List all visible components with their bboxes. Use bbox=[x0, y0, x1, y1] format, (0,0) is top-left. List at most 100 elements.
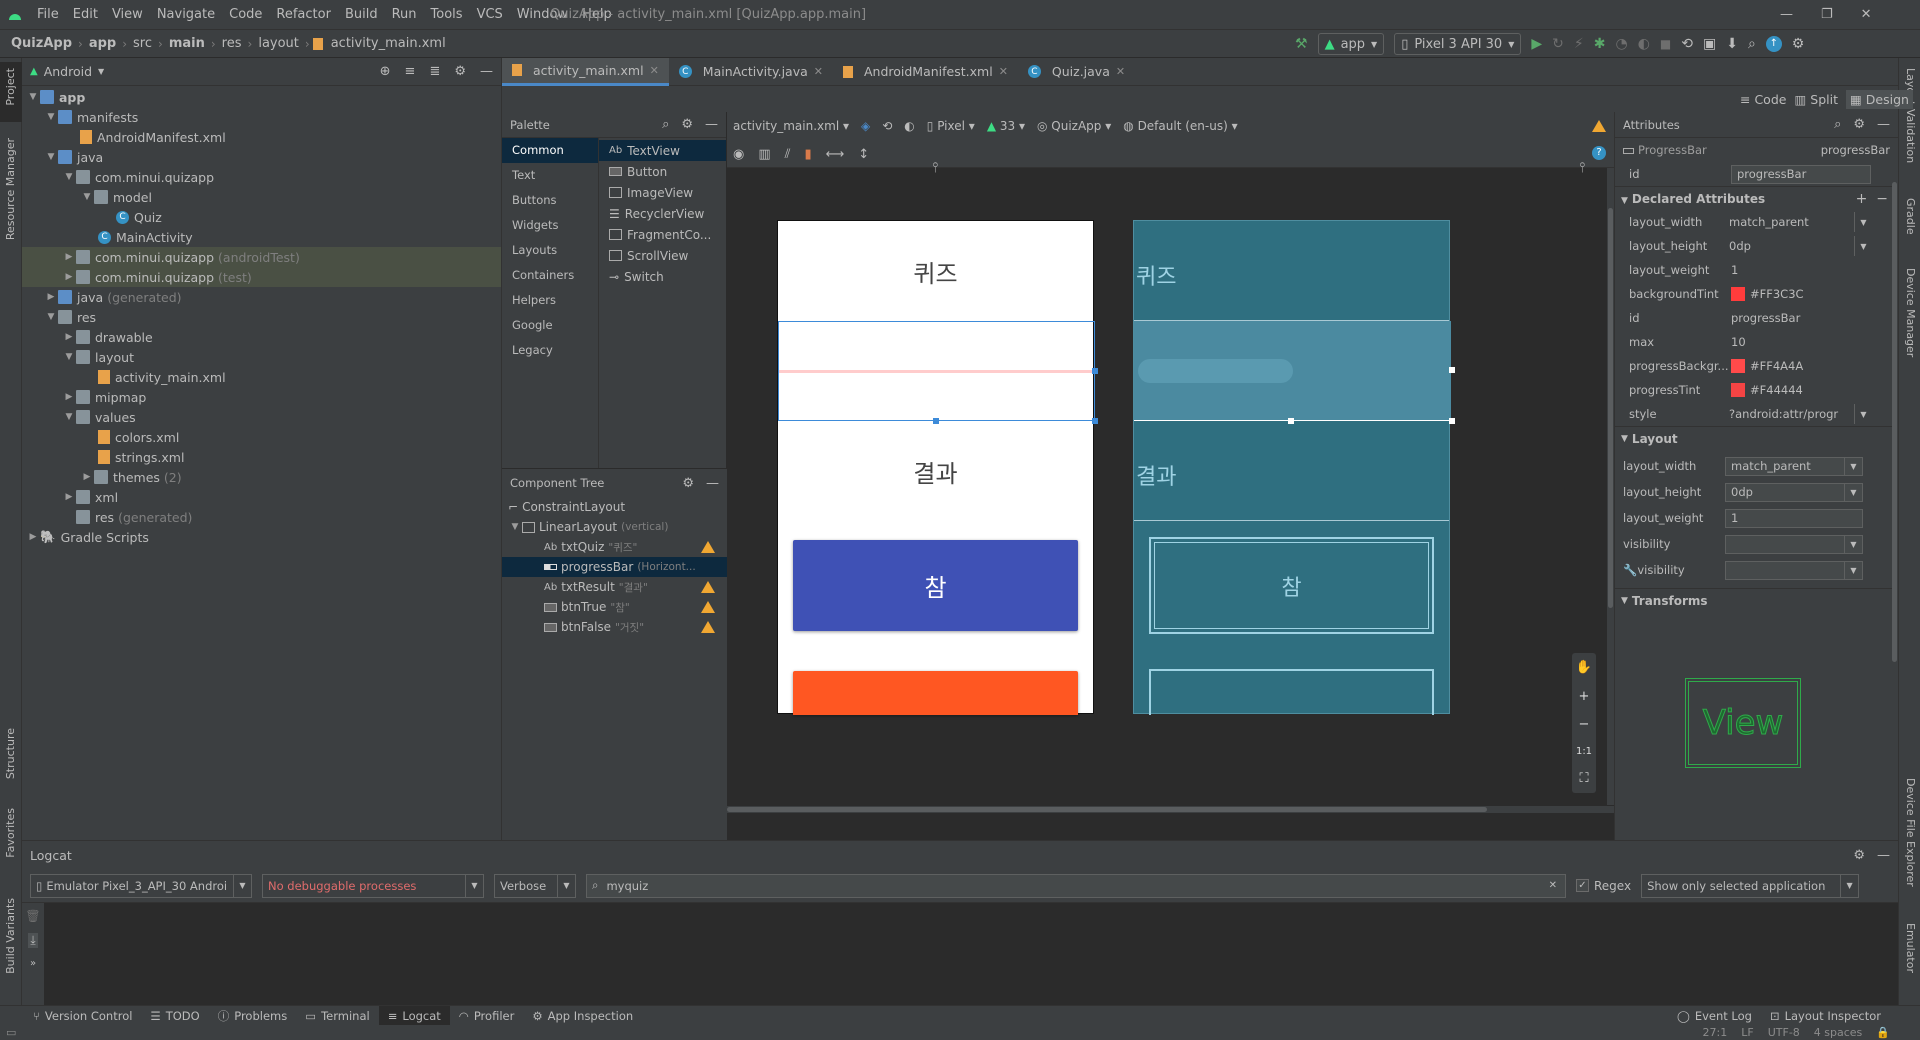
tree-item-package-test[interactable]: ▶ com.minui.quizapp (test) bbox=[22, 267, 501, 287]
indent-setting[interactable]: 4 spaces bbox=[1814, 1026, 1863, 1039]
bottom-tab-app-inspection[interactable]: ⚙ App Inspection bbox=[523, 1006, 642, 1026]
attr-value[interactable]: match_parent bbox=[1725, 215, 1809, 229]
color-swatch[interactable] bbox=[1731, 383, 1745, 397]
design-surface-icon[interactable]: ◈ bbox=[861, 119, 870, 133]
preview-btnfalse[interactable] bbox=[793, 671, 1078, 715]
breadcrumb-project[interactable]: QuizApp bbox=[8, 36, 75, 51]
blueprint-btnfalse[interactable] bbox=[1149, 669, 1434, 715]
tree-node-linearlayout[interactable]: ▼ LinearLayout (vertical) bbox=[502, 517, 727, 537]
view-design-button[interactable]: ▦ Design bbox=[1845, 89, 1913, 109]
breadcrumb-res[interactable]: res bbox=[219, 36, 245, 51]
breadcrumb-layout[interactable]: layout bbox=[255, 36, 302, 51]
remove-attribute-icon[interactable]: − bbox=[1876, 191, 1888, 207]
menu-view[interactable]: View bbox=[105, 0, 150, 29]
theme-select[interactable]: ◎ QuizApp ▾ bbox=[1037, 119, 1111, 133]
locale-select[interactable]: ◍ Default (en-us) ▾ bbox=[1123, 119, 1237, 133]
tree-item-gradle-scripts[interactable]: ▶ 🐘 Gradle Scripts bbox=[22, 527, 501, 547]
gear-icon[interactable]: ⚙ bbox=[681, 117, 693, 132]
tree-item-values[interactable]: ▼ values bbox=[22, 407, 501, 427]
menu-navigate[interactable]: Navigate bbox=[150, 0, 222, 29]
gear-icon[interactable]: ⚙ bbox=[454, 64, 466, 79]
preview-progressbar[interactable] bbox=[778, 321, 1098, 424]
tree-item-mainactivity[interactable]: C MainActivity bbox=[22, 227, 501, 247]
search-icon[interactable]: ⌕ bbox=[1748, 36, 1756, 52]
tree-item-xml[interactable]: ▶ xml bbox=[22, 487, 501, 507]
pin-icon[interactable]: ⫯ bbox=[1579, 160, 1585, 176]
breadcrumb-src[interactable]: src bbox=[130, 36, 155, 51]
visibility-select[interactable]: ▼ bbox=[1725, 534, 1863, 554]
id-input[interactable]: progressBar bbox=[1731, 164, 1871, 184]
hammer-icon[interactable]: ⚒ bbox=[1295, 36, 1308, 52]
chevron-down-icon[interactable]: ▼ bbox=[1854, 212, 1872, 232]
attr-value[interactable]: ?android:attr/progr bbox=[1725, 407, 1838, 421]
zoom-actual-icon[interactable]: 1:1 bbox=[1576, 746, 1592, 757]
tree-item-java-generated[interactable]: ▶ java (generated) bbox=[22, 287, 501, 307]
night-mode-icon[interactable]: ◐ bbox=[904, 119, 914, 133]
lock-icon[interactable]: 🔒 bbox=[1876, 1026, 1890, 1039]
resize-handle[interactable] bbox=[1449, 418, 1455, 424]
attr-value[interactable]: #FF4A4A bbox=[1750, 359, 1803, 373]
tree-item-res-generated[interactable]: res (generated) bbox=[22, 507, 501, 527]
logcat-level-select[interactable]: Verbose ▼ bbox=[494, 873, 576, 898]
favorites-tool-tab[interactable]: Favorites bbox=[4, 808, 17, 858]
close-tab-icon[interactable]: ✕ bbox=[999, 65, 1008, 78]
autoconnect-icon[interactable]: ⫽ bbox=[785, 147, 791, 162]
tree-item-res[interactable]: ▼ res bbox=[22, 307, 501, 327]
device-manager-icon[interactable]: ▣ bbox=[1703, 36, 1716, 52]
menu-vcs[interactable]: VCS bbox=[470, 0, 510, 29]
warning-icon[interactable] bbox=[701, 541, 715, 553]
bottom-tab-layout-inspector[interactable]: ⊡ Layout Inspector bbox=[1761, 1006, 1890, 1026]
vertical-scrollbar[interactable] bbox=[1607, 168, 1614, 805]
pan-icon[interactable]: ✋ bbox=[1576, 660, 1592, 675]
structure-tool-tab[interactable]: Structure bbox=[4, 728, 17, 779]
tree-node-constraintlayout[interactable]: ⌐ ConstraintLayout bbox=[502, 497, 727, 517]
tree-item-mipmap[interactable]: ▶ mipmap bbox=[22, 387, 501, 407]
file-encoding[interactable]: UTF-8 bbox=[1768, 1026, 1800, 1039]
tree-node-txtquiz[interactable]: Ab txtQuiz "퀴즈" bbox=[502, 537, 727, 557]
chevron-down-icon[interactable]: ▼ bbox=[98, 67, 104, 76]
logcat-search-input[interactable]: ⌕ myquiz ✕ bbox=[586, 873, 1566, 898]
eye-icon[interactable]: ◉ bbox=[733, 147, 744, 162]
view-split-button[interactable]: ▥ Split bbox=[1794, 92, 1838, 107]
settings-icon[interactable]: ⚙ bbox=[1792, 36, 1805, 52]
gear-icon[interactable]: ⚙ bbox=[1853, 117, 1865, 132]
attr-value[interactable]: #FF3C3C bbox=[1750, 287, 1804, 301]
palette-category-widgets[interactable]: Widgets bbox=[502, 213, 598, 238]
palette-category-buttons[interactable]: Buttons bbox=[502, 188, 598, 213]
tree-item-layout[interactable]: ▼ layout bbox=[22, 347, 501, 367]
palette-item-fragmentcontainer[interactable]: FragmentCo... bbox=[599, 224, 726, 245]
search-icon[interactable]: ⌕ bbox=[1834, 117, 1841, 132]
horizontal-align-icon[interactable]: ⟷ bbox=[826, 147, 845, 162]
logcat-filter-select[interactable]: Show only selected application ▼ bbox=[1641, 873, 1860, 898]
warning-icon[interactable] bbox=[701, 601, 715, 613]
palette-category-helpers[interactable]: Helpers bbox=[502, 288, 598, 313]
hide-icon[interactable]: — bbox=[706, 476, 719, 491]
tree-item-manifests[interactable]: ▼ manifests bbox=[22, 107, 501, 127]
warning-icon[interactable] bbox=[701, 581, 715, 593]
layout-validation-tool-tab[interactable]: Layout Validation bbox=[1904, 68, 1917, 163]
run-icon[interactable]: ▶ bbox=[1531, 36, 1542, 52]
emulator-tool-tab[interactable]: Emulator bbox=[1904, 923, 1917, 973]
attr-value[interactable]: 1 bbox=[1731, 263, 1738, 277]
zoom-in-icon[interactable]: + bbox=[1579, 689, 1590, 704]
palette-item-button[interactable]: Button bbox=[599, 161, 726, 182]
device-file-explorer-tool-tab[interactable]: Device File Explorer bbox=[1904, 778, 1917, 887]
build-variants-tool-tab[interactable]: Build Variants bbox=[4, 898, 17, 974]
color-swatch[interactable] bbox=[1731, 287, 1745, 301]
tree-node-btntrue[interactable]: btnTrue "참" bbox=[502, 597, 727, 617]
chevron-down-icon[interactable]: ▼ bbox=[1854, 236, 1872, 256]
trash-icon[interactable]: 🗑 bbox=[25, 909, 40, 923]
help-icon[interactable]: ? bbox=[1592, 146, 1606, 160]
tree-item-package-androidtest[interactable]: ▶ com.minui.quizapp (androidTest) bbox=[22, 247, 501, 267]
menu-edit[interactable]: Edit bbox=[66, 0, 105, 29]
tree-node-txtresult[interactable]: Ab txtResult "결과" bbox=[502, 577, 727, 597]
palette-category-text[interactable]: Text bbox=[502, 163, 598, 188]
gradle-tool-tab[interactable]: Gradle bbox=[1904, 198, 1917, 235]
attach-debugger-icon[interactable]: ◐ bbox=[1638, 36, 1650, 52]
layout-width-select[interactable]: match_parent ▼ bbox=[1725, 456, 1863, 476]
bottom-tab-version-control[interactable]: ⑂ Version Control bbox=[24, 1006, 141, 1026]
hide-icon[interactable]: — bbox=[480, 64, 493, 79]
project-view-mode[interactable]: Android bbox=[44, 64, 92, 79]
close-tab-icon[interactable]: ✕ bbox=[1116, 65, 1125, 78]
search-icon[interactable]: ⌕ bbox=[662, 117, 669, 132]
